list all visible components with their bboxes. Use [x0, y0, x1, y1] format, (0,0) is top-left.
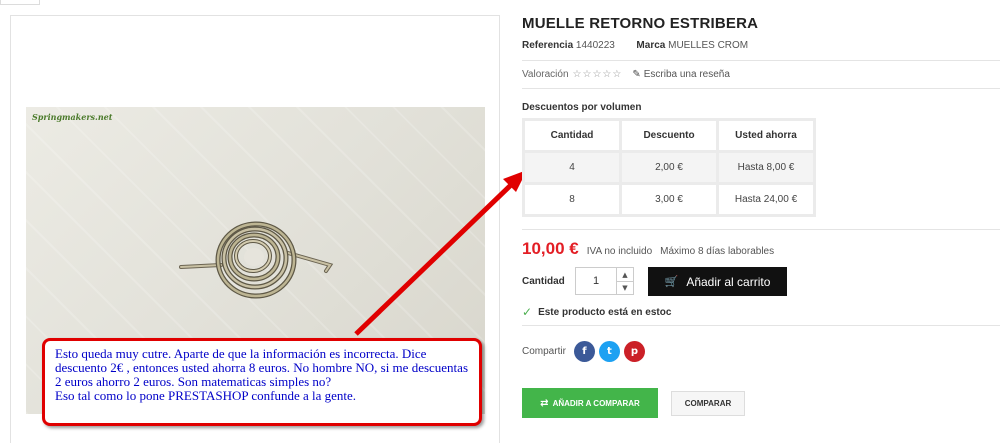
share-row: Compartir f t p: [522, 341, 645, 362]
cart-icon: 🛒: [664, 275, 679, 288]
chevron-down-icon[interactable]: ▼: [617, 281, 633, 294]
quantity-input[interactable]: [575, 267, 617, 295]
table-cell: 8: [525, 185, 619, 214]
twitter-icon[interactable]: t: [598, 341, 620, 362]
tab-stub[interactable]: [0, 0, 40, 5]
stock-text: Este producto está en estoc: [538, 306, 672, 318]
table-cell: 3,00 €: [622, 185, 716, 214]
column-header: Cantidad: [525, 121, 619, 150]
product-price: 10,00 €: [522, 239, 579, 258]
rating-label: Valoración: [522, 69, 569, 80]
facebook-icon[interactable]: f: [573, 341, 595, 362]
divider: [522, 229, 1000, 230]
table-cell: Hasta 24,00 €: [719, 185, 813, 214]
write-review-link[interactable]: ✎ Escriba una reseña: [632, 69, 730, 80]
quantity-label: Cantidad: [522, 276, 565, 287]
product-meta: Referencia 1440223 Marca MUELLES CROM: [522, 40, 748, 51]
pencil-icon: ✎: [632, 69, 641, 80]
add-to-cart-label: Añadir al carrito: [686, 274, 771, 289]
annotation-line: 2 euros ahorro 2 euros. Son matematicas …: [55, 374, 332, 389]
brand-label: Marca: [636, 40, 666, 51]
table-row: 8 3,00 € Hasta 24,00 €: [525, 185, 813, 214]
table-header-row: Cantidad Descuento Usted ahorra: [525, 121, 813, 150]
share-label: Compartir: [522, 346, 566, 357]
annotation-line: descuento 2€ , entonces usted ahorra 8 e…: [55, 360, 468, 375]
write-review-label: Escriba una reseña: [643, 69, 730, 80]
add-to-compare-button[interactable]: ⇄ AÑADIR A COMPARAR: [522, 388, 658, 418]
volume-discounts-table: Cantidad Descuento Usted ahorra 4 2,00 €…: [522, 118, 816, 217]
table-row: 4 2,00 € Hasta 8,00 €: [525, 153, 813, 182]
rating-row: Valoración ☆☆☆☆☆ ✎ Escriba una reseña: [522, 69, 730, 80]
check-icon: ✓: [522, 305, 533, 319]
divider: [522, 325, 1000, 326]
reference-value: 1440223: [575, 40, 615, 51]
chevron-up-icon[interactable]: ▲: [617, 268, 633, 281]
compare-button[interactable]: COMPARAR: [671, 391, 745, 416]
product-title: MUELLE RETORNO ESTRIBERA: [522, 15, 759, 32]
tax-note: IVA no incluido: [586, 246, 653, 257]
divider: [522, 60, 1000, 61]
compare-icon: ⇄: [540, 397, 549, 409]
column-header: Descuento: [622, 121, 716, 150]
divider: [522, 88, 1000, 89]
table-cell: Hasta 8,00 €: [719, 153, 813, 182]
brand-value: MUELLES CROM: [668, 40, 749, 51]
reference-label: Referencia: [522, 40, 574, 51]
price-row: 10,00 € IVA no incluido Máximo 8 días la…: [522, 239, 774, 259]
annotation-callout: Esto queda muy cutre. Aparte de que la i…: [42, 338, 482, 426]
annotation-line: Esto queda muy cutre. Aparte de que la i…: [55, 346, 427, 361]
rating-stars[interactable]: ☆☆☆☆☆: [573, 69, 623, 80]
add-to-cart-button[interactable]: 🛒 Añadir al carrito: [648, 267, 787, 296]
stock-status: ✓ Este producto está en estoc: [522, 305, 671, 319]
quantity-stepper[interactable]: ▲ ▼: [616, 267, 634, 295]
volume-discounts-title: Descuentos por volumen: [522, 102, 642, 113]
column-header: Usted ahorra: [719, 121, 813, 150]
annotation-line: Eso tal como lo pone PRESTASHOP confunde…: [55, 388, 357, 403]
add-to-compare-label: AÑADIR A COMPARAR: [552, 398, 640, 408]
pinterest-icon[interactable]: p: [623, 341, 645, 362]
table-cell: 2,00 €: [622, 153, 716, 182]
delivery-note: Máximo 8 días laborables: [660, 246, 775, 257]
table-cell: 4: [525, 153, 619, 182]
